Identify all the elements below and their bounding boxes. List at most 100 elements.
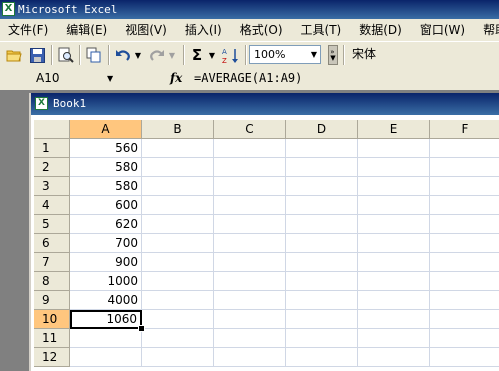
grid-cell[interactable] bbox=[358, 329, 430, 348]
grid-cell[interactable] bbox=[286, 310, 358, 329]
column-header-d[interactable]: D bbox=[286, 120, 358, 139]
grid-cell[interactable] bbox=[430, 139, 499, 158]
grid-cell[interactable]: 620 bbox=[70, 215, 142, 234]
grid-cell[interactable] bbox=[70, 348, 142, 367]
grid-cell[interactable] bbox=[358, 272, 430, 291]
grid-cell[interactable] bbox=[358, 310, 430, 329]
autosum-dropdown-icon[interactable]: ▼ bbox=[207, 46, 217, 64]
grid-cell[interactable]: 1000 bbox=[70, 272, 142, 291]
grid-cell[interactable] bbox=[430, 177, 499, 196]
grid-cell[interactable] bbox=[430, 348, 499, 367]
menu-help[interactable]: 帮助 bbox=[474, 19, 499, 41]
grid-cell[interactable] bbox=[358, 234, 430, 253]
menu-format[interactable]: 格式(O) bbox=[231, 19, 292, 41]
grid-cell[interactable] bbox=[142, 348, 214, 367]
row-header[interactable]: 1 bbox=[34, 139, 70, 158]
row-header[interactable]: 9 bbox=[34, 291, 70, 310]
undo-icon[interactable] bbox=[114, 46, 132, 64]
grid-cell[interactable] bbox=[430, 272, 499, 291]
menu-edit[interactable]: 编辑(E) bbox=[57, 19, 116, 41]
row-header[interactable]: 6 bbox=[34, 234, 70, 253]
grid-cell[interactable] bbox=[214, 158, 286, 177]
row-header[interactable]: 4 bbox=[34, 196, 70, 215]
grid-cell[interactable] bbox=[142, 253, 214, 272]
grid-cell[interactable] bbox=[286, 329, 358, 348]
grid-cell[interactable] bbox=[430, 215, 499, 234]
row-header[interactable]: 10 bbox=[34, 310, 70, 329]
grid-cell[interactable] bbox=[214, 196, 286, 215]
undo-dropdown-icon[interactable]: ▼ bbox=[133, 46, 143, 64]
active-cell[interactable]: 1060 bbox=[70, 310, 142, 329]
grid-cell[interactable] bbox=[214, 177, 286, 196]
grid-cell[interactable] bbox=[142, 196, 214, 215]
column-header-b[interactable]: B bbox=[142, 120, 214, 139]
column-header-e[interactable]: E bbox=[358, 120, 430, 139]
grid-cell[interactable] bbox=[358, 177, 430, 196]
grid-cell[interactable]: 900 bbox=[70, 253, 142, 272]
grid-cell[interactable] bbox=[358, 348, 430, 367]
grid-cell[interactable] bbox=[286, 177, 358, 196]
grid-cell[interactable] bbox=[430, 253, 499, 272]
row-header[interactable]: 2 bbox=[34, 158, 70, 177]
autosum-button[interactable]: Σ bbox=[189, 46, 205, 64]
grid-cell[interactable] bbox=[286, 253, 358, 272]
row-header[interactable]: 5 bbox=[34, 215, 70, 234]
grid-cell[interactable]: 600 bbox=[70, 196, 142, 215]
grid-cell[interactable]: 580 bbox=[70, 177, 142, 196]
grid-cell[interactable] bbox=[430, 234, 499, 253]
grid-cell[interactable] bbox=[142, 177, 214, 196]
menu-data[interactable]: 数据(D) bbox=[350, 19, 411, 41]
select-all-corner[interactable] bbox=[34, 120, 70, 139]
grid-cell[interactable] bbox=[430, 196, 499, 215]
grid-cell[interactable] bbox=[214, 215, 286, 234]
grid-cell[interactable] bbox=[286, 272, 358, 291]
grid-cell[interactable] bbox=[142, 139, 214, 158]
grid-cell[interactable]: 560 bbox=[70, 139, 142, 158]
row-header[interactable]: 8 bbox=[34, 272, 70, 291]
column-header-f[interactable]: F bbox=[430, 120, 499, 139]
grid-cell[interactable] bbox=[286, 348, 358, 367]
formula-input[interactable]: =AVERAGE(A1:A9) bbox=[194, 69, 302, 88]
grid-cell[interactable] bbox=[430, 291, 499, 310]
font-name-select[interactable]: 宋体 bbox=[350, 45, 499, 64]
grid-cell[interactable] bbox=[358, 158, 430, 177]
zoom-select[interactable]: 100% ▼ bbox=[249, 45, 321, 64]
grid-cell[interactable] bbox=[286, 215, 358, 234]
chevron-down-icon[interactable]: ▼ bbox=[311, 46, 317, 63]
menu-insert[interactable]: 插入(I) bbox=[176, 19, 231, 41]
menu-window[interactable]: 窗口(W) bbox=[411, 19, 474, 41]
grid-cell[interactable] bbox=[142, 310, 214, 329]
save-icon[interactable] bbox=[27, 46, 47, 64]
column-header-c[interactable]: C bbox=[214, 120, 286, 139]
row-header[interactable]: 11 bbox=[34, 329, 70, 348]
workbook-title-bar[interactable]: X Book1 bbox=[31, 93, 499, 115]
menu-file[interactable]: 文件(F) bbox=[0, 19, 57, 41]
chevron-down-icon[interactable]: ▼ bbox=[107, 69, 113, 88]
grid-cell[interactable]: 580 bbox=[70, 158, 142, 177]
row-header[interactable]: 12 bbox=[34, 348, 70, 367]
menu-view[interactable]: 视图(V) bbox=[116, 19, 176, 41]
grid-cell[interactable] bbox=[430, 158, 499, 177]
column-header-a[interactable]: A bbox=[70, 120, 142, 139]
workbook-icon[interactable]: X bbox=[35, 97, 48, 110]
grid-cell[interactable] bbox=[214, 348, 286, 367]
grid-cell[interactable] bbox=[286, 196, 358, 215]
copy-icon[interactable] bbox=[84, 46, 104, 64]
grid-cell[interactable]: 4000 bbox=[70, 291, 142, 310]
grid-cell[interactable] bbox=[286, 234, 358, 253]
grid-cell[interactable] bbox=[214, 310, 286, 329]
grid-cell[interactable] bbox=[358, 215, 430, 234]
sort-ascending-icon[interactable]: AZ bbox=[221, 46, 241, 64]
grid-cell[interactable]: 700 bbox=[70, 234, 142, 253]
grid-cell[interactable] bbox=[358, 196, 430, 215]
redo-dropdown-icon[interactable]: ▼ bbox=[167, 46, 177, 64]
grid-cell[interactable] bbox=[214, 234, 286, 253]
insert-function-icon[interactable]: fx bbox=[170, 69, 182, 88]
grid-cell[interactable] bbox=[214, 139, 286, 158]
grid-cell[interactable] bbox=[214, 253, 286, 272]
grid-cell[interactable] bbox=[142, 329, 214, 348]
open-folder-icon[interactable] bbox=[4, 46, 24, 64]
menu-tools[interactable]: 工具(T) bbox=[292, 19, 351, 41]
grid-cell[interactable] bbox=[214, 272, 286, 291]
grid-cell[interactable] bbox=[430, 329, 499, 348]
